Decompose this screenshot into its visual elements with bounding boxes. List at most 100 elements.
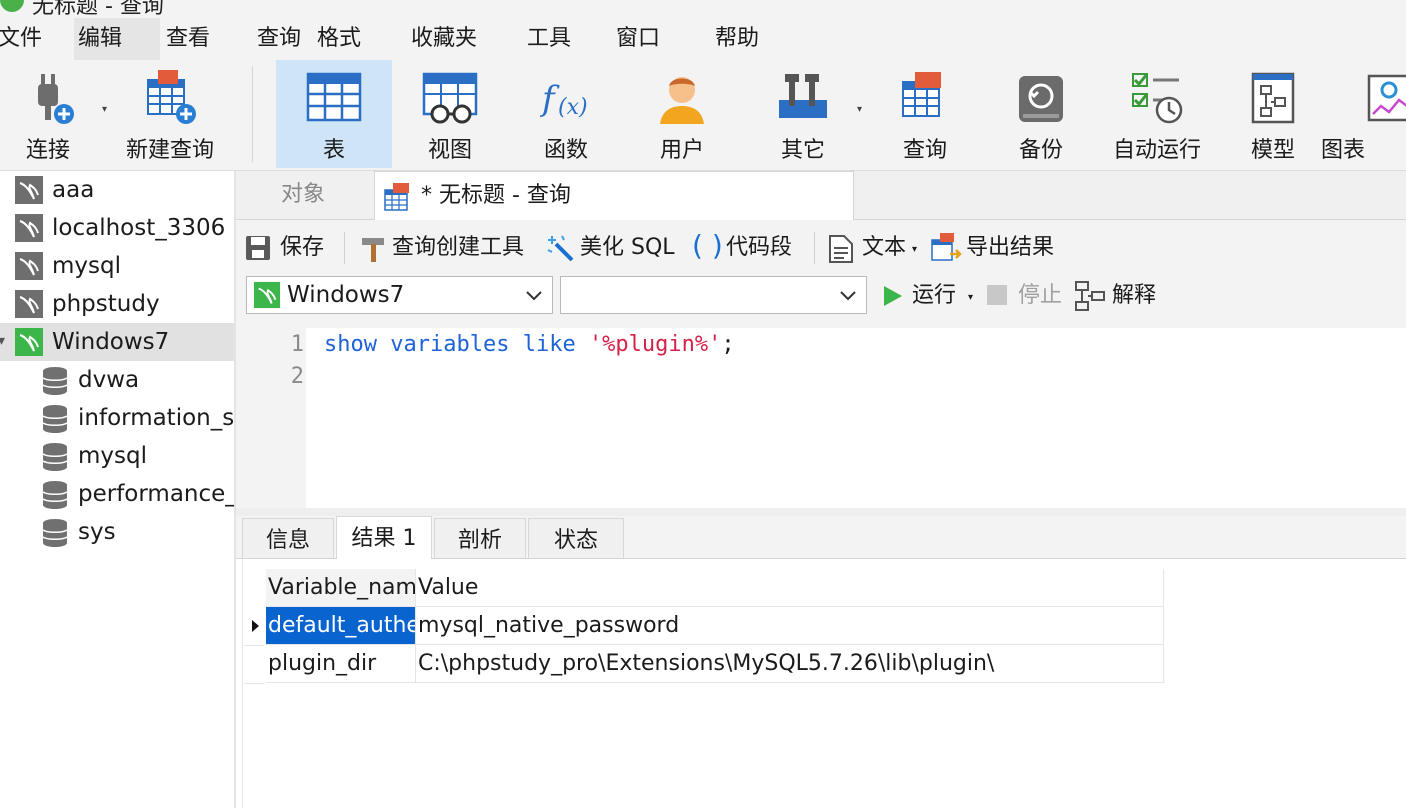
chart-icon — [1367, 74, 1406, 122]
table-icon — [306, 72, 362, 122]
cell-variable-name[interactable]: default_authe — [266, 607, 416, 645]
sql-line-1: show variables like '%plugin%'; — [324, 332, 735, 357]
mysql-connection-active-icon — [15, 328, 43, 356]
tree-database-information-schema[interactable]: information_s — [0, 399, 234, 437]
user-button[interactable]: 用户 — [624, 60, 740, 168]
menu-help[interactable]: 帮助 — [715, 18, 759, 60]
tree-database-mysql[interactable]: mysql — [0, 437, 234, 475]
menu-window[interactable]: 窗口 — [616, 18, 660, 60]
stop-label: 停止 — [1018, 283, 1063, 308]
connection-tree: aaa localhost_3306 mysql phpstudy ▾ Wind… — [0, 171, 236, 808]
tab-profile[interactable]: 剖析 — [434, 518, 526, 558]
model-button[interactable]: 模型 — [1215, 60, 1331, 168]
sql-editor[interactable]: 1 2 show variables like '%plugin%'; — [236, 328, 1406, 508]
tree-label: information_s — [78, 405, 235, 431]
tree-label: mysql — [78, 443, 147, 469]
save-label: 保存 — [280, 235, 325, 260]
app-logo-icon — [0, 0, 24, 12]
menu-edit[interactable]: 编辑 — [74, 18, 160, 60]
connect-dropdown-icon[interactable]: ▾ — [102, 104, 107, 115]
new-query-button[interactable]: 新建查询 — [112, 60, 228, 168]
tree-database-dvwa[interactable]: dvwa — [0, 361, 234, 399]
backup-icon — [1019, 76, 1063, 122]
mysql-connection-icon — [15, 214, 43, 242]
connection-select[interactable]: Windows7 — [246, 276, 553, 314]
editor-results-splitter[interactable] — [236, 508, 1406, 516]
hammer-icon — [362, 238, 384, 262]
column-header-variable-name[interactable]: Variable_nam — [266, 569, 416, 607]
new-query-icon — [147, 70, 196, 124]
line-number: 2 — [290, 364, 304, 389]
menu-format[interactable]: 格式 — [317, 18, 361, 60]
row-indicator — [244, 645, 264, 684]
tree-connection-aaa[interactable]: aaa — [0, 171, 234, 209]
user-icon — [660, 77, 704, 124]
expand-arrow-icon[interactable]: ▾ — [0, 333, 5, 349]
database-icon — [42, 367, 68, 395]
tree-database-sys[interactable]: sys — [0, 513, 234, 551]
database-icon — [42, 405, 68, 433]
svg-text:(x): (x) — [558, 95, 588, 120]
text-mode-label: 文本 — [862, 235, 907, 260]
results-grid[interactable]: Variable_nam Value default_authe mysql_n… — [236, 559, 1406, 808]
current-row-indicator — [244, 607, 264, 646]
tree-label: localhost_3306 — [52, 215, 226, 241]
window-title: 无标题 - 查询 — [32, 0, 164, 18]
menu-file[interactable]: 文件 — [0, 18, 42, 60]
model-icon — [1251, 72, 1295, 124]
query-tab-icon — [384, 183, 409, 211]
tree-connection-localhost[interactable]: localhost_3306 — [0, 209, 234, 247]
mysql-connection-active-icon — [253, 281, 281, 309]
tab-objects[interactable]: 对象 — [236, 171, 370, 219]
menu-favorites[interactable]: 收藏夹 — [411, 18, 477, 60]
mysql-connection-icon — [15, 290, 43, 318]
text-mode-dropdown-icon[interactable]: ▾ — [912, 232, 917, 268]
view-icon — [422, 72, 478, 124]
automation-icon — [1132, 73, 1183, 124]
other-dropdown-icon[interactable]: ▾ — [857, 104, 862, 115]
document-tabs: 对象 * 无标题 - 查询 — [236, 171, 1406, 221]
svg-text:f: f — [539, 79, 560, 119]
tab-query-label: * 无标题 - 查询 — [421, 183, 571, 208]
database-select[interactable] — [560, 276, 867, 314]
database-icon — [42, 481, 68, 509]
cell-value[interactable]: C:\phpstudy_pro\Extensions\MySQL5.7.26\l… — [416, 645, 1164, 683]
new-query-label: 新建查询 — [125, 138, 214, 163]
menu-tools[interactable]: 工具 — [527, 18, 571, 60]
tree-connection-mysql[interactable]: mysql — [0, 247, 234, 285]
chevron-down-icon — [840, 291, 856, 301]
tab-info[interactable]: 信息 — [242, 518, 334, 558]
chevron-down-icon — [526, 291, 542, 301]
toolbar-divider — [344, 232, 345, 264]
snippet-parentheses-icon: ( ) — [692, 229, 723, 262]
code-snippet-label: 代码段 — [726, 235, 793, 260]
tools-icon — [779, 74, 827, 118]
tree-connection-phpstudy[interactable]: phpstudy — [0, 285, 234, 323]
connect-button[interactable]: 连接 — [0, 60, 106, 168]
sql-string-literal: '%plugin%' — [588, 332, 722, 357]
run-dropdown-icon[interactable]: ▾ — [968, 280, 973, 316]
tree-label: mysql — [52, 253, 121, 279]
menu-view[interactable]: 查看 — [166, 18, 210, 60]
chart-button[interactable]: 图表 — [1321, 60, 1406, 168]
stop-icon — [987, 285, 1007, 305]
toolbar-divider — [814, 232, 815, 264]
tab-query[interactable]: * 无标题 - 查询 — [374, 171, 854, 221]
tree-database-performance-schema[interactable]: performance_ — [0, 475, 234, 513]
cell-variable-name[interactable]: plugin_dir — [266, 645, 416, 683]
menu-query[interactable]: 查询 — [257, 18, 301, 60]
result-tabs: 信息 结果 1 剖析 状态 — [236, 516, 1406, 559]
magic-wand-icon — [547, 235, 574, 262]
connection-select-value: Windows7 — [287, 282, 405, 308]
query-icon — [902, 72, 941, 117]
tab-result-1[interactable]: 结果 1 — [336, 516, 432, 559]
beautify-sql-label: 美化 SQL — [580, 235, 675, 260]
row-pointer-icon — [252, 620, 259, 632]
other-button[interactable]: 其它 — [745, 60, 861, 168]
tree-connection-windows7[interactable]: ▾ Windows7 — [0, 323, 234, 361]
column-header-value[interactable]: Value — [416, 569, 1164, 607]
tab-status[interactable]: 状态 — [528, 518, 624, 558]
tree-label: aaa — [52, 177, 95, 203]
cell-value[interactable]: mysql_native_password — [416, 607, 1164, 645]
main-toolbar: 连接 ▾ 新建查询 表 视图 f (x) 函数 用户 其它 ▾ 查询 备份 自动… — [0, 60, 1406, 171]
